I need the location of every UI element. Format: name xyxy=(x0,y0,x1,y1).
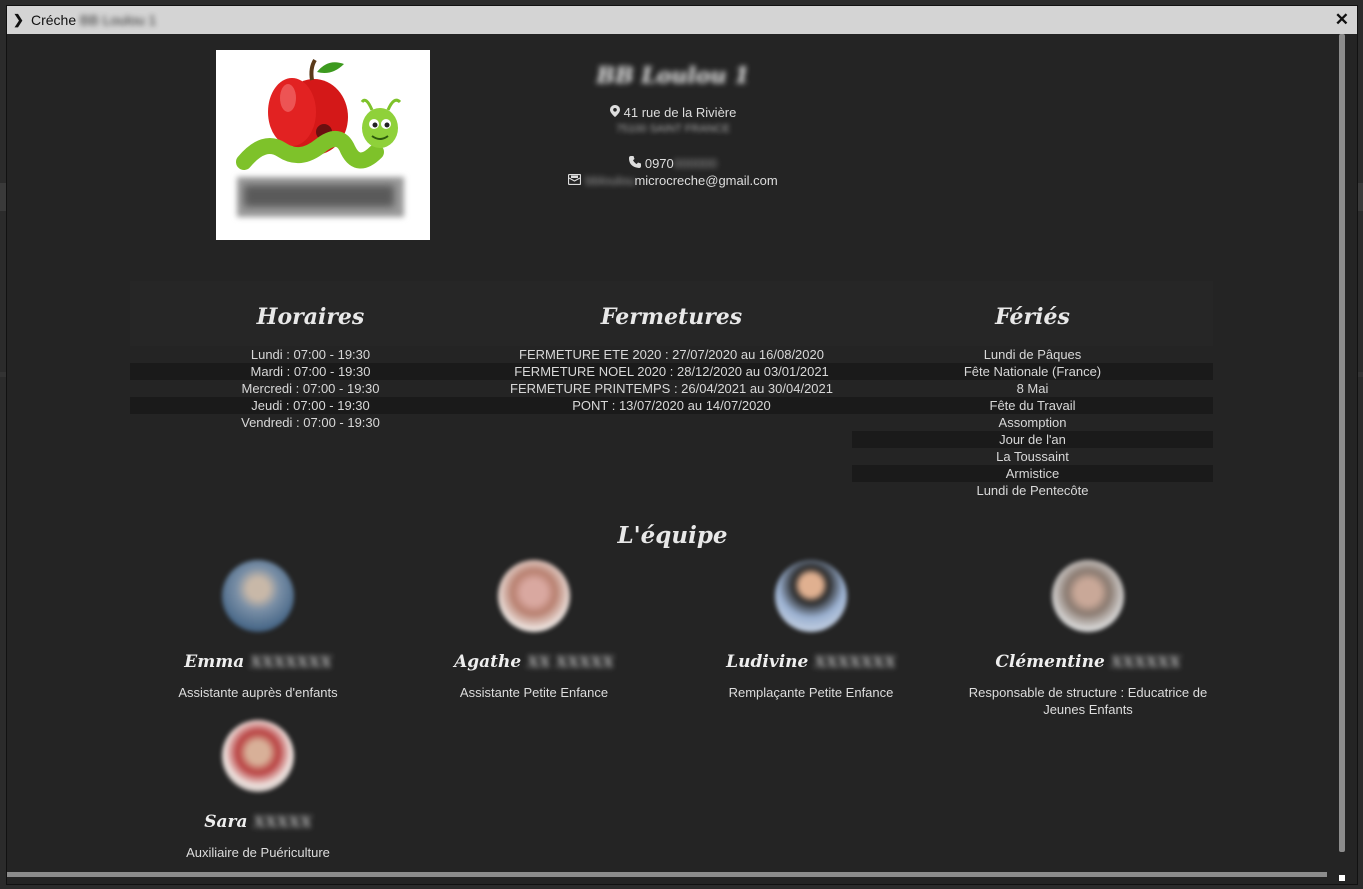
creche-modal: ❯ Créche BB Loulou 1 ✕ BB Loulou 1 41 ru… xyxy=(6,5,1358,885)
horaire-row: Lundi : 07:00 - 19:30 xyxy=(250,347,371,362)
team-member-card: Clémentine XXXXXX Responsable de structure… xyxy=(950,560,1226,718)
team-member-card: Emma XXXXXXX Assistante auprès d'enfants xyxy=(120,560,396,701)
apple-worm-logo-icon xyxy=(236,58,404,217)
horaires-title: Horaires xyxy=(130,281,491,346)
member-first-name: Sara xyxy=(204,812,248,832)
vertical-scrollbar[interactable] xyxy=(1339,34,1345,852)
map-marker-icon xyxy=(609,104,620,121)
member-first-name: Clémentine xyxy=(995,652,1105,672)
member-last-name-blurred: XXXXXXX xyxy=(250,653,332,671)
modal-title: Créche BB Loulou 1 xyxy=(31,12,156,28)
phone-line[interactable]: 0970000000 xyxy=(477,155,869,172)
close-icon[interactable]: ✕ xyxy=(1335,10,1349,30)
creche-logo xyxy=(216,50,430,240)
modal-title-text: Créche xyxy=(31,12,77,28)
ferie-row: Lundi de Pentecôte xyxy=(976,483,1089,498)
creche-contact-info: BB Loulou 1 41 rue de la Rivière 75100 S… xyxy=(477,62,869,189)
email-blurred: bbloulou xyxy=(585,173,635,188)
phone-icon xyxy=(628,155,641,172)
creche-name: BB Loulou 1 xyxy=(596,63,750,89)
fermeture-row: PONT : 13/07/2020 au 14/07/2020 xyxy=(491,397,852,414)
horaire-row: Mardi : 07:00 - 19:30 xyxy=(130,363,491,380)
fermeture-row: FERMETURE PRINTEMPS : 26/04/2021 au 30/0… xyxy=(510,381,833,396)
avatar xyxy=(498,560,570,632)
fermetures-title: Fermetures xyxy=(491,281,852,346)
ferie-row: Assomption xyxy=(998,415,1067,430)
member-last-name-blurred: XXXXXXX xyxy=(814,653,896,671)
envelope-icon xyxy=(568,172,582,189)
member-last-name-blurred: XXXXXX xyxy=(1110,653,1181,671)
member-name: Agathe XX XXXXX xyxy=(396,649,672,675)
fermeture-row: FERMETURE ETE 2020 : 27/07/2020 au 16/08… xyxy=(519,347,824,362)
email-text: microcreche@gmail.com xyxy=(634,173,778,188)
feries-title: Fériés xyxy=(852,281,1213,346)
modal-title-blurred: BB Loulou 1 xyxy=(80,12,157,28)
city-line: 75100 SAINT FRANCE xyxy=(615,123,731,135)
avatar xyxy=(1052,560,1124,632)
member-last-name-blurred: XXXXX xyxy=(253,813,312,831)
member-name: Clémentine XXXXXX xyxy=(950,649,1226,675)
member-name: Emma XXXXXXX xyxy=(120,649,396,675)
member-first-name: Emma xyxy=(184,652,245,672)
avatar xyxy=(222,560,294,632)
member-role: Responsable de structure : Educatrice de… xyxy=(968,685,1208,717)
modal-content: BB Loulou 1 41 rue de la Rivière 75100 S… xyxy=(7,34,1338,874)
team-member-card: Agathe XX XXXXX Assistante Petite Enfance xyxy=(396,560,672,701)
member-name: Sara XXXXX xyxy=(120,809,396,835)
member-role: Auxiliaire de Puériculture xyxy=(186,845,330,860)
horaire-row: Jeudi : 07:00 - 19:30 xyxy=(130,397,491,414)
feries-column: Fériés Lundi de Pâques Fête Nationale (Fr… xyxy=(852,281,1213,499)
schedule-panel: Horaires Lundi : 07:00 - 19:30 Mardi : 07… xyxy=(130,281,1214,498)
horaires-column: Horaires Lundi : 07:00 - 19:30 Mardi : 07… xyxy=(130,281,491,431)
avatar xyxy=(775,560,847,632)
fermeture-row: FERMETURE NOEL 2020 : 28/12/2020 au 03/0… xyxy=(491,363,852,380)
team-member-card: Ludivine XXXXXXX Remplaçante Petite Enfanc… xyxy=(673,560,949,701)
team-title: L'équipe xyxy=(617,522,728,549)
ferie-row: Armistice xyxy=(852,465,1213,482)
ferie-row: La Toussaint xyxy=(996,449,1069,464)
avatar xyxy=(222,720,294,792)
horizontal-scrollbar[interactable] xyxy=(7,872,1327,877)
horaire-row: Mercredi : 07:00 - 19:30 xyxy=(241,381,380,396)
phone-blurred: 000000 xyxy=(673,156,718,171)
chevron-right-icon[interactable]: ❯ xyxy=(13,12,27,28)
phone-prefix: 0970 xyxy=(644,156,674,171)
fermetures-column: Fermetures FERMETURE ETE 2020 : 27/07/20… xyxy=(491,281,852,414)
horaire-row: Vendredi : 07:00 - 19:30 xyxy=(241,415,380,430)
email-line[interactable]: bblouloumicrocreche@gmail.com xyxy=(477,172,869,189)
member-role: Assistante auprès d'enfants xyxy=(178,685,338,700)
member-name: Ludivine XXXXXXX xyxy=(673,649,949,675)
ferie-row: 8 Mai xyxy=(1016,381,1049,396)
team-member-card: Sara XXXXX Auxiliaire de Puériculture xyxy=(120,720,396,861)
address-text: 41 rue de la Rivière xyxy=(623,105,737,120)
member-first-name: Ludivine xyxy=(726,652,809,672)
ferie-row: Fête du Travail xyxy=(852,397,1213,414)
member-role: Remplaçante Petite Enfance xyxy=(728,685,894,700)
member-first-name: Agathe xyxy=(454,652,522,672)
ferie-row: Fête Nationale (France) xyxy=(852,363,1213,380)
ferie-row: Lundi de Pâques xyxy=(983,347,1082,362)
member-last-name-blurred: XX XXXXX xyxy=(527,653,614,671)
member-role: Assistante Petite Enfance xyxy=(459,685,609,700)
ferie-row: Jour de l'an xyxy=(852,431,1213,448)
modal-titlebar: ❯ Créche BB Loulou 1 ✕ xyxy=(7,6,1357,34)
address-line: 41 rue de la Rivière xyxy=(477,104,869,121)
scrollbar-corner xyxy=(1339,875,1345,881)
